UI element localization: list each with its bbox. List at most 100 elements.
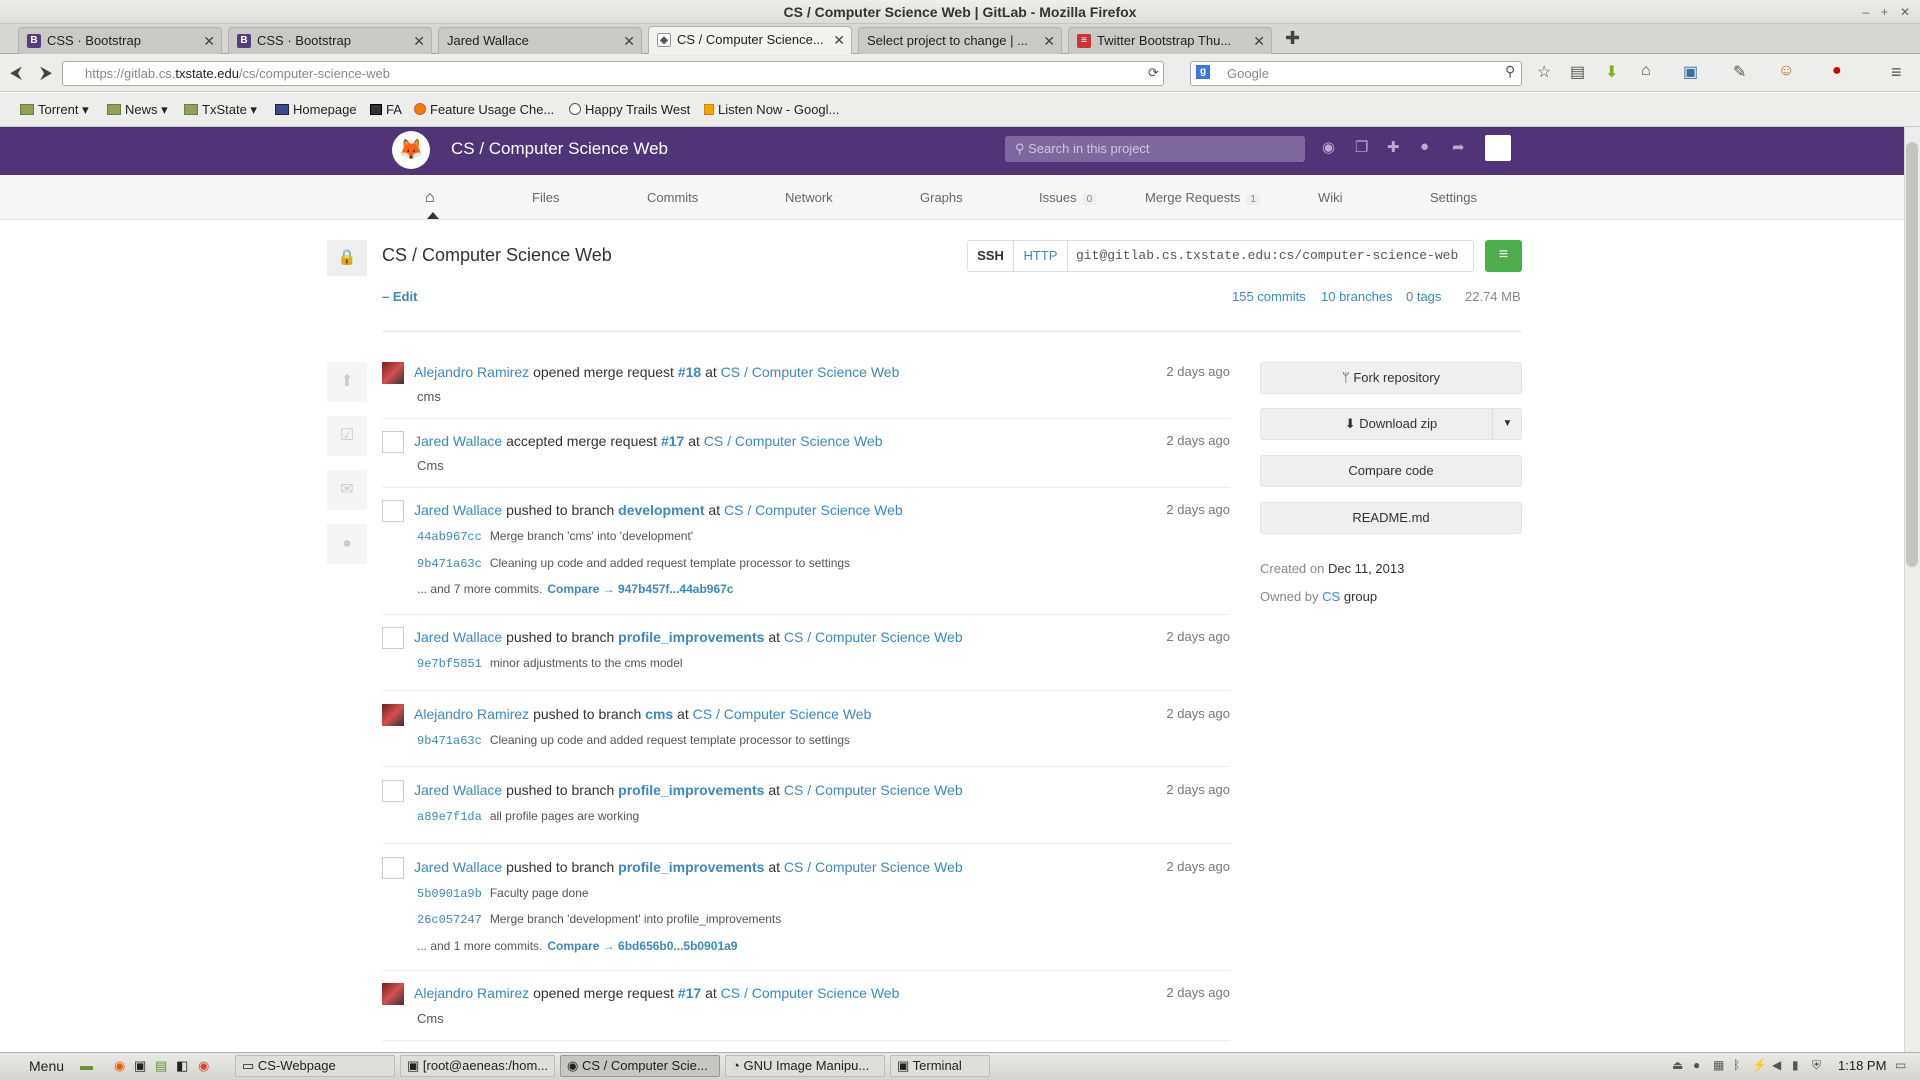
commit-sha-link[interactable]: a89e7f1da (417, 810, 482, 824)
tab-close-icon[interactable]: ✕ (623, 28, 635, 54)
tab-close-icon[interactable]: ✕ (833, 27, 845, 53)
project-header-title[interactable]: CS / Computer Science Web (451, 139, 668, 159)
url-bar[interactable]: https://gitlab.cs.txstate.edu/cs/compute… (62, 61, 1164, 86)
author-link[interactable]: Alejandro Ramirez (414, 985, 529, 1001)
user-icon[interactable]: ● (1693, 1058, 1700, 1072)
start-menu-button[interactable]: Menu (29, 1058, 64, 1074)
user-icon[interactable]: ● (1420, 138, 1429, 155)
project-menu-button[interactable]: ≡ (1485, 240, 1522, 272)
filter-team-icon[interactable]: ● (327, 524, 367, 564)
firefox-icon[interactable]: ◉ (114, 1058, 125, 1074)
branch-link[interactable]: profile_improvements (618, 782, 764, 798)
search-icon[interactable]: ⚲ (1505, 63, 1515, 80)
browser-tab-active[interactable]: ◆ CS / Computer Science... ✕ (648, 26, 852, 55)
branches-count-link[interactable]: 10 branches (1321, 289, 1393, 304)
bookmark-folder[interactable]: News ▾ (107, 102, 168, 118)
tab-wiki[interactable]: Wiki (1318, 190, 1343, 205)
author-link[interactable]: Jared Wallace (414, 782, 502, 798)
project-search-input[interactable]: ⚲ Search in this project (1005, 136, 1305, 162)
author-link[interactable]: Jared Wallace (414, 502, 502, 518)
commit-sha-link[interactable]: 9b471a63c (417, 734, 482, 748)
tab-commits[interactable]: Commits (647, 190, 698, 205)
terminal-icon[interactable]: ▣ (134, 1058, 146, 1074)
globe-icon[interactable]: ◉ (1322, 138, 1335, 156)
edit-link[interactable]: – Edit (382, 289, 417, 304)
app-icon[interactable]: ◧ (176, 1058, 188, 1074)
author-link[interactable]: Jared Wallace (414, 629, 502, 645)
clone-url-input[interactable]: git@gitlab.cs.txstate.edu:cs/computer-sc… (1068, 241, 1473, 271)
project-link[interactable]: CS / Computer Science Web (784, 629, 963, 645)
back-icon[interactable]: ⮜ (10, 63, 22, 83)
download-zip-button[interactable]: ⬇ Download zip (1260, 408, 1522, 440)
home-icon[interactable]: ⌂ (425, 189, 435, 207)
tab-close-icon[interactable]: ✕ (203, 28, 215, 54)
owner-group-link[interactable]: CS (1322, 589, 1340, 604)
tray-icon[interactable]: ▦ (1713, 1058, 1724, 1072)
bookmark-link[interactable]: Homepage (275, 102, 357, 117)
reload-icon[interactable]: ⟳ (1148, 65, 1159, 81)
filter-comments-icon[interactable]: ✉ (327, 470, 367, 510)
author-link[interactable]: Alejandro Ramirez (414, 364, 529, 380)
taskbar-task[interactable]: ▭ CS-Webpage (235, 1055, 395, 1077)
sign-out-icon[interactable]: ➦ (1452, 138, 1465, 156)
project-link[interactable]: CS / Computer Science Web (784, 782, 963, 798)
compare-link[interactable]: Compare → 947b457f...44ab967c (547, 582, 733, 596)
extension-icon[interactable]: ✎ (1733, 62, 1746, 82)
tray-icon[interactable]: ⏏ (1672, 1058, 1683, 1072)
filter-merged-icon[interactable]: ☑ (327, 416, 367, 456)
bookmark-link[interactable]: FA (370, 102, 402, 117)
browser-tab[interactable]: B CSS · Bootstrap ✕ (228, 27, 432, 54)
maximize-icon[interactable]: + (1881, 0, 1888, 24)
target-link[interactable]: #17 (678, 985, 701, 1001)
project-link[interactable]: CS / Computer Science Web (724, 502, 903, 518)
commit-sha-link[interactable]: 44ab967cc (417, 530, 482, 544)
extension-icon[interactable]: ▣ (1683, 62, 1698, 82)
branch-link[interactable]: profile_improvements (618, 859, 764, 875)
adblock-icon[interactable]: ● (1832, 62, 1842, 80)
gitlab-logo-icon[interactable]: 🦊 (392, 131, 430, 169)
taskbar-task[interactable]: ◔ GNU Image Manipu... (725, 1055, 885, 1077)
volume-icon[interactable]: ◀ (1772, 1058, 1781, 1072)
author-link[interactable]: Jared Wallace (414, 433, 502, 449)
tab-close-icon[interactable]: ✕ (413, 28, 425, 54)
branch-link[interactable]: cms (645, 706, 673, 722)
tab-issues[interactable]: Issues 0 (1039, 190, 1097, 205)
home-icon[interactable]: ⌂ (1641, 62, 1651, 80)
minimize-icon[interactable]: ‒ (1862, 0, 1869, 24)
google-icon[interactable]: g (1196, 65, 1210, 79)
tray-icon[interactable]: ▭ (1895, 1058, 1906, 1072)
taskbar-task-active[interactable]: ◉ CS / Computer Scie... (560, 1055, 720, 1077)
commit-sha-link[interactable]: 5b0901a9b (417, 887, 482, 901)
bluetooth-icon[interactable]: ᛒ (1733, 1058, 1740, 1072)
chrome-icon[interactable]: ◉ (198, 1058, 209, 1074)
readme-button[interactable]: README.md (1260, 502, 1522, 534)
chevron-down-icon[interactable]: ▼ (1492, 408, 1522, 440)
compare-link[interactable]: Compare → 6bd656b0...5b0901a9 (547, 939, 737, 953)
taskbar-task[interactable]: ▣ Terminal (890, 1055, 990, 1077)
http-button[interactable]: HTTP (1014, 241, 1068, 271)
tab-close-icon[interactable]: ✕ (1253, 28, 1265, 54)
files-icon[interactable]: ▤ (155, 1058, 167, 1074)
branch-link[interactable]: development (618, 502, 704, 518)
copy-icon[interactable]: ❐ (1355, 138, 1368, 156)
project-link[interactable]: CS / Computer Science Web (721, 985, 900, 1001)
menu-icon[interactable]: ≡ (1891, 62, 1902, 83)
search-bar[interactable]: Google (1190, 61, 1522, 86)
author-link[interactable]: Jared Wallace (414, 859, 502, 875)
network-icon[interactable]: ⚡ (1752, 1058, 1767, 1072)
fork-repository-button[interactable]: ᛘ Fork repository (1260, 362, 1522, 394)
tab-files[interactable]: Files (532, 190, 559, 205)
tab-graphs[interactable]: Graphs (920, 190, 963, 205)
project-link[interactable]: CS / Computer Science Web (704, 433, 883, 449)
filter-push-icon[interactable]: ⬆ (327, 362, 367, 402)
compare-code-button[interactable]: Compare code (1260, 455, 1522, 487)
tags-count-link[interactable]: 0 tags (1406, 289, 1441, 304)
extension-icon[interactable]: ☺ (1778, 62, 1794, 80)
tab-close-icon[interactable]: ✕ (1043, 28, 1055, 54)
scrollbar-thumb[interactable] (1906, 142, 1918, 567)
battery-icon[interactable]: ▮ (1792, 1058, 1799, 1072)
taskbar-task[interactable]: ▣ [root@aeneas:/hom... (400, 1055, 555, 1077)
download-icon[interactable]: ⬇ (1605, 62, 1618, 82)
tab-settings[interactable]: Settings (1430, 190, 1477, 205)
bookmark-folder[interactable]: Torrent ▾ (20, 102, 89, 118)
